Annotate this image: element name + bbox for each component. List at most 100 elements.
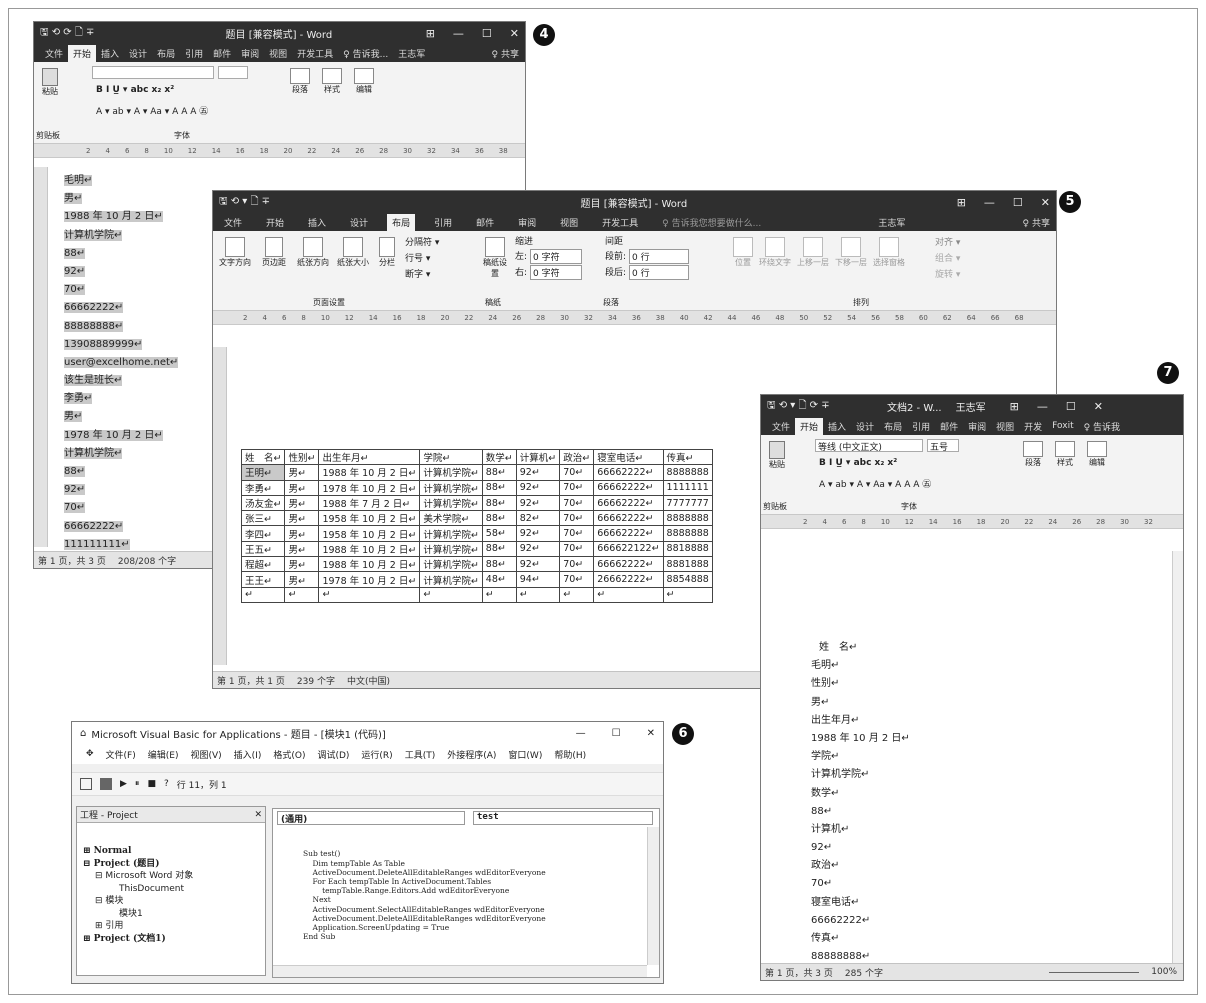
tell-me-box[interactable]: ♀ 告诉我	[1079, 418, 1125, 435]
table-cell[interactable]: 汤友金↵	[240, 494, 286, 512]
table-cell[interactable]: 88↵	[481, 556, 517, 573]
table-cell[interactable]: 计算机学院↵	[419, 540, 483, 558]
menu-format[interactable]: 格式(O)	[273, 748, 305, 761]
spacing-before-input[interactable]: 0 行	[629, 249, 690, 264]
tab-insert[interactable]: 插入	[823, 418, 851, 435]
table-cell[interactable]: 计算机学院↵	[419, 525, 483, 542]
table-cell[interactable]: 男↵	[284, 494, 320, 512]
font-format-row2[interactable]: A ▾ ab ▾ A ▾ Aa ▾ A A A ㊄	[819, 477, 931, 490]
indent-left-input[interactable]: 0 字符	[530, 249, 583, 264]
tab-design[interactable]: 设计	[345, 214, 373, 231]
table-cell[interactable]: 8818888	[662, 540, 713, 558]
tab-mailings[interactable]: 邮件	[208, 45, 236, 62]
horizontal-scrollbar[interactable]	[273, 965, 647, 977]
table-cell[interactable]: 70↵	[559, 494, 595, 512]
close-button[interactable]: ✕	[647, 728, 655, 739]
maximize-button[interactable]: ☐	[1066, 400, 1076, 413]
tab-developer[interactable]: 开发工具	[597, 214, 643, 231]
table-cell[interactable]: 88↵	[481, 464, 517, 481]
tab-layout[interactable]: 布局	[879, 418, 907, 435]
minimize-button[interactable]: —	[984, 196, 995, 209]
table-cell[interactable]: ↵	[419, 586, 483, 603]
table-cell[interactable]: 男↵	[284, 464, 320, 481]
object-combo[interactable]: (通用)	[277, 811, 465, 825]
table-cell[interactable]: 1958 年 10 月 2 日↵	[318, 525, 421, 542]
hyphenation-button[interactable]: 断字 ▾	[405, 267, 430, 280]
styles-group-button[interactable]: 样式	[318, 68, 346, 95]
menu-window[interactable]: 窗口(W)	[508, 748, 542, 761]
table-cell[interactable]: 1111111	[662, 479, 713, 496]
table-cell[interactable]: 92↵	[515, 479, 561, 496]
table-cell[interactable]: 男↵	[284, 571, 320, 588]
table-cell[interactable]: 66662222↵	[593, 510, 664, 527]
table-cell[interactable]: 92↵	[515, 464, 561, 481]
table-cell[interactable]: 48↵	[481, 571, 517, 588]
tab-review[interactable]: 审阅	[963, 418, 991, 435]
close-icon[interactable]: ✕	[254, 810, 265, 820]
table-cell[interactable]: 88↵	[481, 494, 517, 512]
spacing-after-input[interactable]: 0 行	[629, 265, 690, 280]
table-cell[interactable]: 70↵	[559, 525, 595, 542]
table-cell[interactable]: 8888888	[662, 510, 713, 527]
table-cell[interactable]: 7777777	[662, 494, 713, 512]
table-cell[interactable]: 58↵	[481, 525, 517, 542]
table-cell[interactable]: 88↵	[481, 479, 517, 496]
tab-review[interactable]: 审阅	[236, 45, 264, 62]
tree-item[interactable]: ThisDocument	[83, 883, 265, 896]
orientation-button[interactable]: 纸张方向	[295, 237, 331, 268]
ribbon-display-button[interactable]: ⊞	[957, 196, 966, 209]
paragraph-group-button[interactable]: 段落	[1019, 441, 1047, 468]
page-count[interactable]: 第 1 页，共 3 页	[765, 966, 833, 979]
size-button[interactable]: 纸张大小	[335, 237, 371, 268]
table-cell[interactable]: 666622122↵	[593, 540, 664, 558]
tab-file[interactable]: 文件	[767, 418, 795, 435]
table-cell[interactable]: 92↵	[515, 540, 561, 558]
tab-home[interactable]: 开始	[68, 44, 97, 62]
table-cell[interactable]: 70↵	[559, 540, 595, 558]
wrap-text-button[interactable]: 环绕文字	[759, 237, 791, 268]
tab-mailings[interactable]: 邮件	[471, 214, 499, 231]
table-cell[interactable]: 66662222↵	[593, 479, 664, 496]
quick-access-toolbar[interactable]: 🖫 ⟲ ▾ 🗋 ⟳ ∓	[767, 398, 887, 415]
font-format-row[interactable]: B I U̲ ▾ abc x₂ x²	[96, 85, 174, 95]
menu-run[interactable]: 运行(R)	[361, 748, 392, 761]
table-cell[interactable]: 88↵	[481, 510, 517, 527]
table-cell[interactable]: ↵	[593, 586, 664, 603]
editing-group-button[interactable]: 编辑	[1083, 441, 1111, 468]
table-cell[interactable]: 1978 年 10 月 2 日↵	[318, 479, 421, 496]
table-cell[interactable]: 计算机学院↵	[419, 571, 483, 588]
table-cell[interactable]: 70↵	[559, 510, 595, 527]
tab-insert[interactable]: 插入	[303, 214, 331, 231]
tab-home[interactable]: 开始	[795, 417, 824, 435]
margins-button[interactable]: 页边距	[257, 237, 291, 268]
tab-references[interactable]: 引用	[429, 214, 457, 231]
quick-access-toolbar[interactable]: 🖫 ⟲ ▾ 🗋 ∓	[219, 194, 329, 211]
table-cell[interactable]: 王五↵	[240, 540, 286, 558]
table-cell[interactable]: 8888888	[662, 464, 713, 481]
table-cell[interactable]: 82↵	[515, 510, 561, 527]
tab-design[interactable]: 设计	[851, 418, 879, 435]
help-icon[interactable]: ?	[164, 779, 169, 789]
table-cell[interactable]: 计算机学院↵	[419, 494, 483, 512]
share-button[interactable]: ♀ 共享	[487, 45, 525, 62]
table-cell[interactable]: 男↵	[284, 479, 320, 496]
tab-references[interactable]: 引用	[180, 45, 208, 62]
page-count[interactable]: 第 1 页，共 1 页	[217, 674, 285, 687]
line-numbers-button[interactable]: 行号 ▾	[405, 251, 430, 264]
tab-home[interactable]: 开始	[261, 214, 289, 231]
tab-insert[interactable]: 插入	[96, 45, 124, 62]
break-icon[interactable]: ⏸	[135, 779, 140, 789]
editing-group-button[interactable]: 编辑	[350, 68, 378, 95]
table-cell[interactable]: 70↵	[559, 479, 595, 496]
close-button[interactable]: ✕	[1041, 196, 1050, 209]
table-cell[interactable]: 计算机学院↵	[419, 464, 483, 481]
table-cell[interactable]: 李勇↵	[240, 479, 286, 496]
ribbon-display-button[interactable]: ⊞	[1010, 400, 1019, 413]
table-cell[interactable]: 程超↵	[240, 556, 286, 573]
tab-foxit[interactable]: Foxit	[1047, 419, 1078, 433]
minimize-button[interactable]: —	[576, 728, 586, 739]
font-name-box[interactable]	[92, 66, 214, 79]
table-cell[interactable]: 1988 年 10 月 2 日↵	[318, 556, 421, 573]
font-name-box[interactable]: 等线 (中文正文)	[815, 439, 923, 453]
tree-item[interactable]: ⊟ Project (题目)	[83, 858, 265, 871]
